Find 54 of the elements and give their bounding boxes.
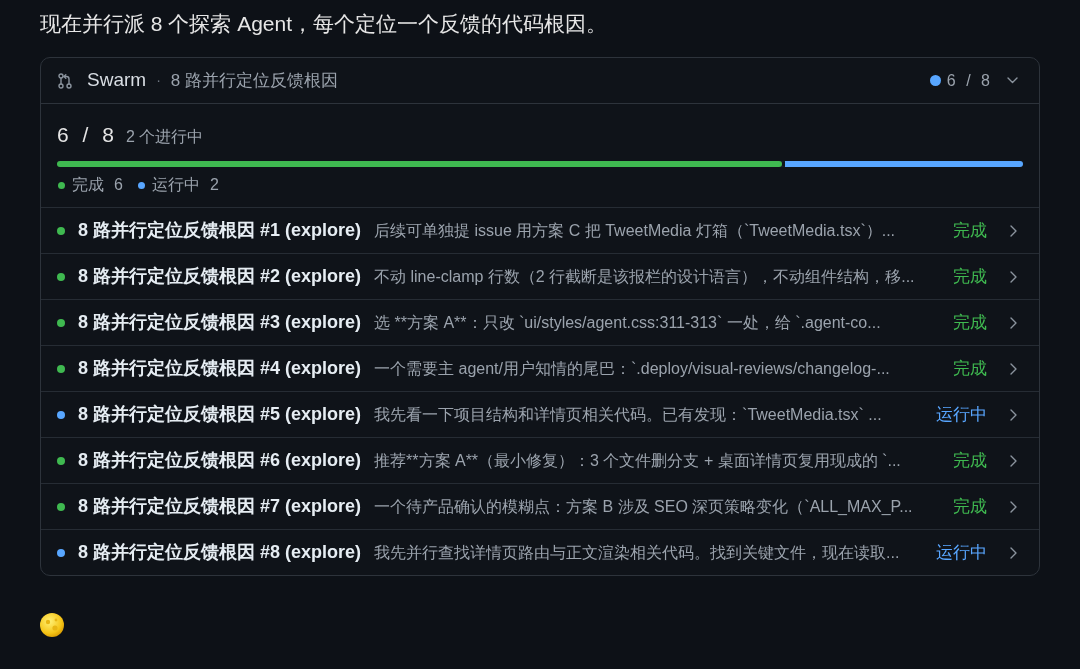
row-title: 8 路并行定位反馈根因 #2 (explore) <box>78 265 362 288</box>
row-summary: 我先看一下项目结构和详情页相关代码。已有发现：`TweetMedia.tsx` ... <box>374 404 883 425</box>
chevron-right-icon <box>1010 270 1017 283</box>
intro-text: 现在并行派 8 个探索 Agent，每个定位一个反馈的代码根因。 <box>40 11 609 37</box>
progress-note: 2 个进行中 <box>125 127 204 147</box>
row-title: 8 路并行定位反馈根因 #4 (explore) <box>78 357 362 380</box>
row-summary: 我先并行查找详情页路由与正文渲染相关代码。找到关键文件，现在读取... <box>374 542 901 563</box>
chevron-right-icon <box>1010 316 1017 329</box>
row-title: 8 路并行定位反馈根因 #3 (explore) <box>78 311 362 334</box>
status-label: 运行中 <box>935 403 987 426</box>
progress-count: 6 / 8 <box>57 122 118 148</box>
agent-row[interactable]: 8 路并行定位反馈根因 #6 (explore) 推荐**方案 A**（最小修复）：3 个文件删分支 + 桌面详情页复用现成的 `... 完成 <box>41 437 1039 483</box>
status-label: 运行中 <box>935 541 987 564</box>
chevron-right-icon <box>1010 362 1017 375</box>
card-subtitle: 8 路并行定位反馈根因 <box>170 69 338 92</box>
agent-row[interactable]: 8 路并行定位反馈根因 #7 (explore) 一个待产品确认的模糊点：方案 B 涉及 SEO 深页策略变化（`ALL_MAX_P... 完成 <box>41 483 1039 529</box>
agent-row[interactable]: 8 路并行定位反馈根因 #4 (explore) 一个需要主 agent/用户知情的尾巴：`.deploy/visual-reviews/changelog-... 完成 <box>41 345 1039 391</box>
legend-label: 运行中 <box>151 175 200 195</box>
branch-icon <box>58 72 72 89</box>
status-label: 完成 <box>952 357 987 380</box>
row-summary: 一个需要主 agent/用户知情的尾巴：`.deploy/visual-reviews/changelog-... <box>374 358 891 379</box>
moon-icon <box>40 613 64 637</box>
row-title: 8 路并行定位反馈根因 #7 (explore) <box>78 495 362 518</box>
row-title: 8 路并行定位反馈根因 #1 (explore) <box>78 219 362 242</box>
row-title: 8 路并行定位反馈根因 #6 (explore) <box>78 449 362 472</box>
row-title: 8 路并行定位反馈根因 #8 (explore) <box>78 541 362 564</box>
legend-count: 2 <box>209 175 219 195</box>
progress-counter: 6 / 8 <box>946 70 993 91</box>
chevron-right-icon <box>1010 224 1017 237</box>
status-label: 完成 <box>952 311 987 334</box>
chevron-right-icon <box>1010 408 1017 421</box>
legend-label: 完成 <box>72 175 104 195</box>
agent-row[interactable]: 8 路并行定位反馈根因 #2 (explore) 不动 line-clamp 行数（2 行截断是该报栏的设计语言），不动组件结构，移... 完成 <box>41 253 1039 299</box>
row-summary: 推荐**方案 A**（最小修复）：3 个文件删分支 + 桌面详情页复用现成的 `... <box>374 450 902 471</box>
card-title: Swarm <box>87 68 147 93</box>
agent-row[interactable]: 8 路并行定位反馈根因 #3 (explore) 选 **方案 A**：只改 `ui/styles/agent.css:311-313` 一处，给 `.agent-co... 完成 <box>41 299 1039 345</box>
row-summary: 选 **方案 A**：只改 `ui/styles/agent.css:311-313` 一处，给 `.agent-co... <box>374 312 882 333</box>
agent-row[interactable]: 8 路并行定位反馈根因 #5 (explore) 我先看一下项目结构和详情页相关代码。已有发现：`TweetMedia.tsx` ... 运行中 <box>41 391 1039 437</box>
chevron-right-icon <box>1010 454 1017 467</box>
status-label: 完成 <box>952 219 987 242</box>
row-summary: 一个待产品确认的模糊点：方案 B 涉及 SEO 深页策略变化（`ALL_MAX_P... <box>374 496 914 517</box>
status-label: 完成 <box>952 449 987 472</box>
status-label: 完成 <box>952 265 987 288</box>
agent-row[interactable]: 8 路并行定位反馈根因 #8 (explore) 我先并行查找详情页路由与正文渲染相关代码。找到关键文件，现在读取... 运行中 <box>41 529 1039 575</box>
row-summary: 不动 line-clamp 行数（2 行截断是该报栏的设计语言），不动组件结构，移... <box>374 266 916 287</box>
separator-dot: · <box>156 71 161 90</box>
chevron-right-icon <box>1010 546 1017 559</box>
status-label: 完成 <box>952 495 987 518</box>
row-title: 8 路并行定位反馈根因 #5 (explore) <box>78 403 362 426</box>
agent-row[interactable]: 8 路并行定位反馈根因 #1 (explore) 后续可单独提 issue 用方案 C 把 TweetMedia 灯箱（`TweetMedia.tsx`）... 完成 <box>41 207 1039 253</box>
row-summary: 后续可单独提 issue 用方案 C 把 TweetMedia 灯箱（`TweetMedia.tsx`）... <box>374 220 897 241</box>
legend-count: 6 <box>114 175 123 195</box>
chevron-right-icon <box>1010 500 1017 513</box>
chevron-down-icon[interactable] <box>1007 77 1018 84</box>
